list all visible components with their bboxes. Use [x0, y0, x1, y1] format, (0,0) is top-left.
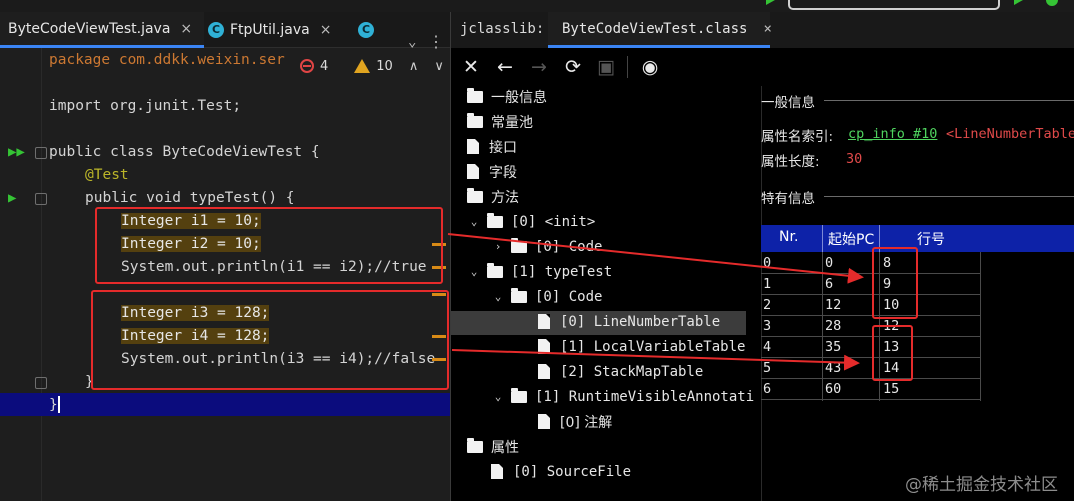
annotation-arrows	[447, 233, 864, 371]
arrow-to-lines-12-14	[451, 349, 860, 371]
watermark: @稀土掘金技术社区	[905, 475, 1058, 495]
arrow-to-lines-8-10	[447, 233, 864, 284]
